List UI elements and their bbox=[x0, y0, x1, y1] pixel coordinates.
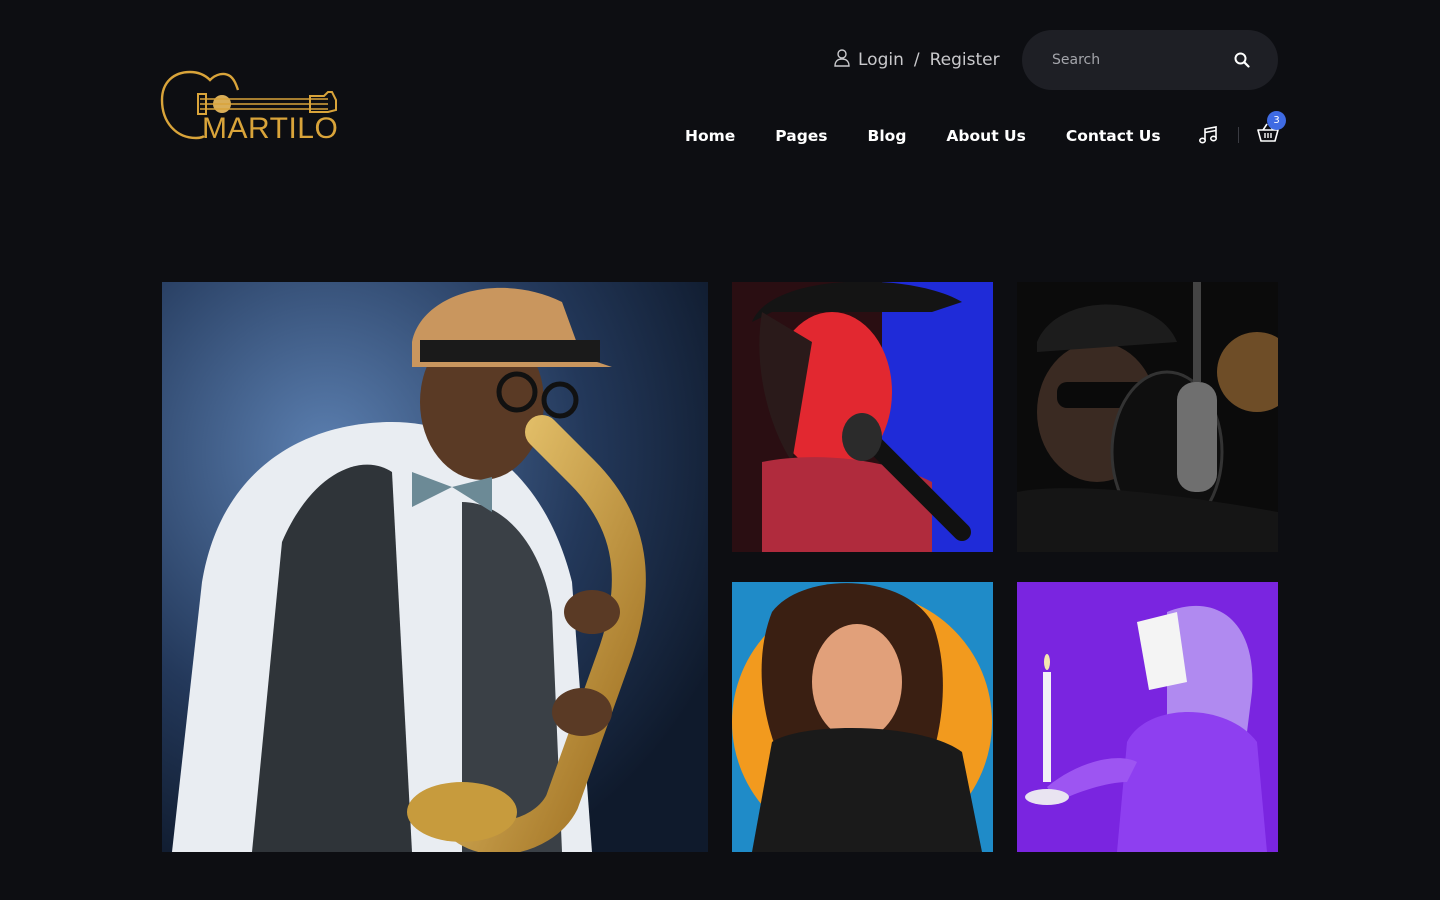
account-links: Login / Register bbox=[834, 47, 1000, 73]
main-nav: Home Pages Blog About Us Contact Us bbox=[685, 124, 1161, 148]
tools-divider bbox=[1238, 127, 1239, 143]
search-input[interactable] bbox=[1052, 52, 1232, 68]
gallery-image-purple-candle[interactable] bbox=[1017, 582, 1278, 852]
nav-pages[interactable]: Pages bbox=[775, 124, 827, 148]
music-note-icon[interactable] bbox=[1198, 124, 1220, 146]
search-box bbox=[1022, 30, 1278, 90]
gallery-image-singer-red[interactable] bbox=[732, 282, 993, 552]
gallery-image-studio-mic[interactable] bbox=[1017, 282, 1278, 552]
account-separator: / bbox=[913, 50, 920, 70]
nav-about-us[interactable]: About Us bbox=[946, 124, 1025, 148]
nav-home[interactable]: Home bbox=[685, 124, 735, 148]
cart-count-badge: 3 bbox=[1267, 111, 1286, 130]
gallery-image-woman-orange[interactable] bbox=[732, 582, 993, 852]
nav-blog[interactable]: Blog bbox=[868, 124, 907, 148]
cart-button[interactable]: 3 bbox=[1257, 111, 1286, 147]
nav-contact-us[interactable]: Contact Us bbox=[1066, 124, 1161, 148]
header-tools: 3 bbox=[1198, 111, 1286, 150]
brand-name: MARTILO bbox=[202, 112, 339, 145]
search-icon[interactable] bbox=[1232, 50, 1252, 70]
user-icon bbox=[834, 48, 850, 72]
login-link[interactable]: Login bbox=[858, 50, 904, 70]
gallery-image-saxophonist[interactable] bbox=[162, 282, 708, 852]
register-link[interactable]: Register bbox=[930, 50, 1000, 70]
